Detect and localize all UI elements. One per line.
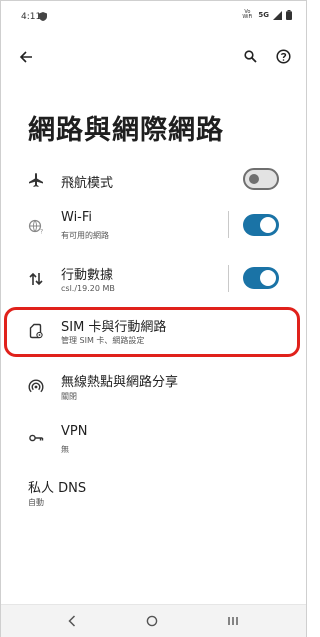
- shield-icon: [39, 12, 47, 21]
- private-dns-subtitle: 自動: [28, 498, 44, 507]
- mobile-data-icon: [26, 269, 46, 289]
- airplane-mode-row[interactable]: 飛航模式: [1, 164, 306, 196]
- status-bar: 4:11 Vo WiFi 5G: [1, 1, 306, 33]
- vpn-key-icon: [26, 428, 46, 448]
- nav-home-icon: [146, 615, 158, 627]
- toggle-knob: [260, 217, 276, 233]
- private-dns-title: 私人 DNS: [28, 481, 87, 496]
- search-button[interactable]: [238, 44, 262, 68]
- navigation-bar: [1, 604, 306, 637]
- hotspot-subtitle: 關閉: [61, 392, 77, 401]
- toggle-knob: [260, 270, 276, 286]
- help-icon: [275, 48, 291, 64]
- nav-recents-icon: [228, 617, 238, 625]
- nav-recents-button[interactable]: [225, 613, 241, 629]
- vowifi-label: Vo WiFi: [242, 9, 253, 20]
- page-title: 網路與網際網路: [28, 115, 224, 146]
- back-button[interactable]: [14, 45, 38, 69]
- wifi-icon: ?: [26, 216, 46, 236]
- hotspot-row[interactable]: 無線熱點與網路分享 關閉: [1, 367, 306, 405]
- back-arrow-icon: [19, 51, 32, 63]
- vpn-title: VPN: [61, 424, 88, 439]
- wifi-row[interactable]: ? Wi-Fi 有可用的網路: [1, 206, 306, 244]
- svg-text:?: ?: [40, 229, 43, 235]
- mobile-data-divider: [228, 265, 229, 292]
- wifi-toggle[interactable]: [243, 214, 279, 236]
- battery-icon: [286, 10, 292, 20]
- airplane-mode-toggle[interactable]: [243, 168, 279, 190]
- airplane-icon: [26, 170, 46, 190]
- top-app-bar: [1, 39, 306, 75]
- vpn-row[interactable]: VPN 無: [1, 420, 306, 458]
- toggle-knob: [249, 174, 259, 184]
- search-icon: [243, 49, 257, 63]
- nav-back-button[interactable]: [64, 613, 80, 629]
- hotspot-title: 無線熱點與網路分享: [61, 375, 179, 390]
- status-right-group: Vo WiFi 5G: [240, 10, 292, 20]
- mobile-data-subtitle: csl./19.20 MB: [61, 284, 115, 293]
- hotspot-icon: [26, 376, 46, 396]
- private-dns-row[interactable]: 私人 DNS 自動: [1, 473, 306, 511]
- vpn-subtitle: 無: [61, 445, 69, 454]
- nav-back-icon: [68, 615, 76, 627]
- mobile-data-row[interactable]: 行動數據 csl./19.20 MB: [1, 260, 306, 298]
- nav-home-button[interactable]: [144, 613, 160, 629]
- mobile-data-toggle[interactable]: [243, 267, 279, 289]
- airplane-mode-title: 飛航模式: [61, 176, 114, 191]
- network-type-label: 5G: [258, 11, 269, 19]
- phone-screen: 4:11 Vo WiFi 5G 網路與網際網路 飛航模式 ? Wi-Fi 有可用…: [0, 0, 307, 637]
- help-button[interactable]: [271, 44, 295, 68]
- mobile-data-title: 行動數據: [61, 268, 114, 283]
- wifi-subtitle: 有可用的網路: [61, 231, 109, 240]
- wifi-divider: [228, 211, 229, 238]
- wifi-title: Wi-Fi: [61, 210, 93, 225]
- signal-icon: [273, 10, 282, 20]
- highlight-outline: [4, 307, 300, 357]
